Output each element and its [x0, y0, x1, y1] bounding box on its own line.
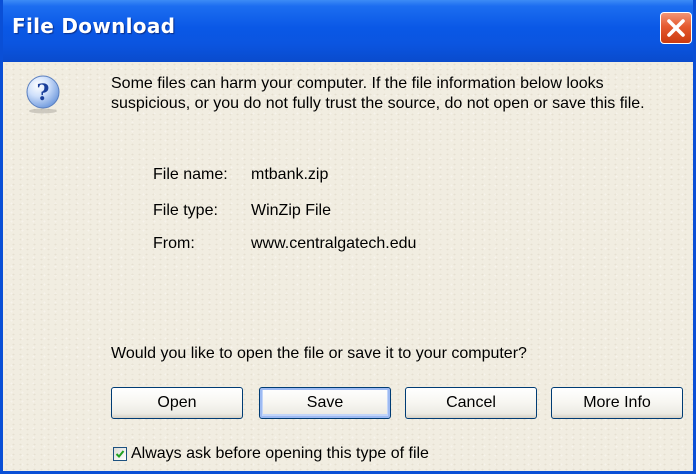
warning-message: Some files can harm your computer. If th… — [111, 75, 645, 112]
cancel-button[interactable]: Cancel — [405, 387, 537, 419]
from-label: From: — [153, 235, 195, 252]
svg-text:?: ? — [37, 80, 50, 106]
question-icon: ? — [26, 75, 60, 114]
title-bar[interactable]: File Download — [3, 0, 693, 62]
close-icon — [667, 19, 685, 37]
window-title: File Download — [12, 14, 176, 38]
save-button[interactable]: Save — [259, 387, 391, 419]
from-value: www.centralgatech.edu — [251, 235, 417, 252]
always-ask-label[interactable]: Always ask before opening this type of f… — [131, 445, 429, 463]
close-button[interactable] — [660, 12, 692, 44]
file-name-value: mtbank.zip — [251, 166, 329, 183]
open-or-save-question: Would you like to open the file or save … — [111, 345, 527, 362]
always-ask-option[interactable]: Always ask before opening this type of f… — [113, 444, 429, 464]
dialog-body: ? Some files can harm your computer. If … — [3, 62, 693, 471]
file-type-value: WinZip File — [251, 202, 332, 219]
more-info-button[interactable]: More Info — [551, 387, 683, 419]
open-button[interactable]: Open — [111, 387, 243, 419]
checkmark-icon — [115, 450, 125, 458]
file-type-label: File type: — [153, 202, 218, 219]
file-name-label: File name: — [153, 166, 228, 183]
file-download-dialog: File Download ? Some files can harm your… — [0, 0, 696, 474]
always-ask-checkbox[interactable] — [113, 447, 127, 461]
